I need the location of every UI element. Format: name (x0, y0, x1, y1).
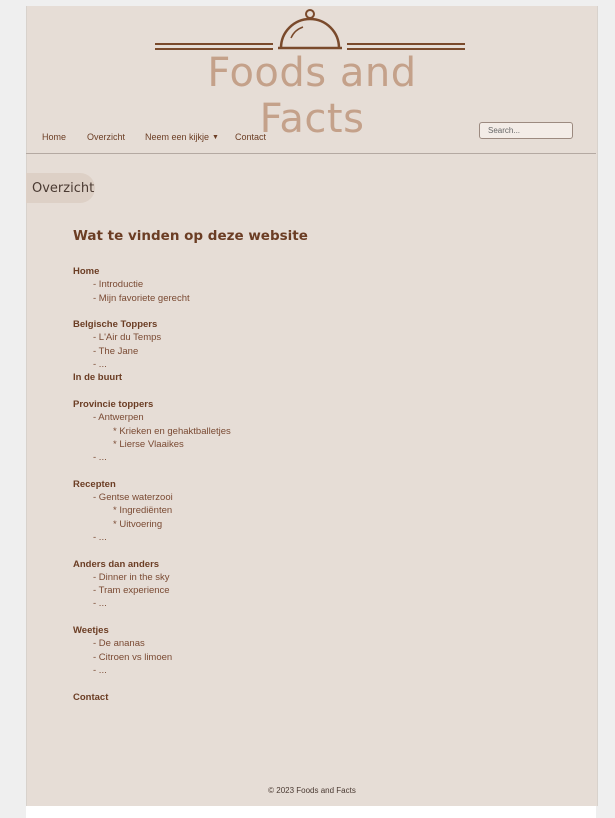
footer-copyright: © 2023 Foods and Facts (268, 786, 356, 795)
sitemap-subitem[interactable]: - Dinner in the sky (73, 571, 473, 584)
nav-contact[interactable]: Contact (235, 132, 266, 142)
sitemap-subsubitem[interactable]: * Krieken en gehaktballetjes (73, 425, 473, 438)
sitemap-subitem: - ... (93, 664, 107, 676)
sitemap-subitem[interactable]: - Tram experience (73, 584, 473, 597)
sitemap-section-link[interactable]: Contact (73, 691, 473, 704)
sitemap-section-link[interactable]: Weetjes (73, 624, 473, 637)
sitemap-subitem[interactable]: - Antwerpen (73, 411, 473, 424)
page-tab-label: Overzicht (32, 181, 95, 196)
sitemap-spacer (73, 464, 473, 477)
page-heading: Wat te vinden op deze website (73, 228, 308, 244)
sitemap-subsubitem[interactable]: * Uitvoering (73, 518, 473, 531)
sitemap-subitem[interactable]: - De ananas (73, 637, 473, 650)
sitemap-subitem[interactable]: - Mijn favoriete gerecht (73, 292, 473, 305)
nav-neem-een-kijkje-label: Neem een kijkje (145, 132, 210, 142)
sitemap-subitem: - ... (93, 359, 107, 371)
nav-neem-een-kijkje-dropdown[interactable]: Neem een kijkje ▼ (145, 132, 219, 142)
sitemap-list: Home - Introductie - Mijn favoriete gerech… (73, 265, 473, 704)
nav-home[interactable]: Home (42, 132, 66, 142)
sitemap-spacer (73, 677, 473, 690)
page-container: Foods and Facts Home Overzicht Neem een … (26, 6, 598, 806)
sitemap-spacer (73, 305, 473, 318)
sitemap-section-link[interactable]: Belgische Toppers (73, 318, 473, 331)
sitemap-spacer (73, 385, 473, 398)
sitemap-subitem[interactable]: - Gentse waterzooi (73, 491, 473, 504)
nav-divider (26, 153, 596, 154)
sitemap-subitem: - ... (93, 452, 107, 464)
sitemap-section-link[interactable]: Provincie toppers (73, 398, 473, 411)
caret-down-icon: ▼ (212, 134, 219, 141)
sitemap-spacer (73, 611, 473, 624)
search-input[interactable] (479, 122, 573, 139)
sitemap-subsubitem[interactable]: * Ingrediënten (73, 504, 473, 517)
sitemap-section-link[interactable]: Recepten (73, 478, 473, 491)
sitemap-subitem[interactable]: - Citroen vs limoen (73, 651, 473, 664)
sitemap-section-link[interactable]: Anders dan anders (73, 558, 473, 571)
sitemap-subitem: - ... (93, 531, 107, 543)
sitemap-subitem: - ... (93, 598, 107, 610)
sitemap-subitem[interactable]: - The Jane (73, 345, 473, 358)
sitemap-section-link[interactable]: Home (73, 265, 473, 278)
site-logo[interactable]: Foods and Facts (155, 8, 469, 142)
sitemap-subsubitem[interactable]: * Lierse Vlaaikes (73, 438, 473, 451)
sitemap-subitem[interactable]: - L'Air du Temps (73, 331, 473, 344)
nav-overzicht[interactable]: Overzicht (87, 132, 125, 142)
sitemap-subitem[interactable]: - Introductie (73, 278, 473, 291)
sitemap-section-link[interactable]: In de buurt (73, 371, 473, 384)
page-tab: Overzicht (26, 173, 95, 203)
sitemap-spacer (73, 544, 473, 557)
page-bottom-strip (26, 806, 596, 818)
